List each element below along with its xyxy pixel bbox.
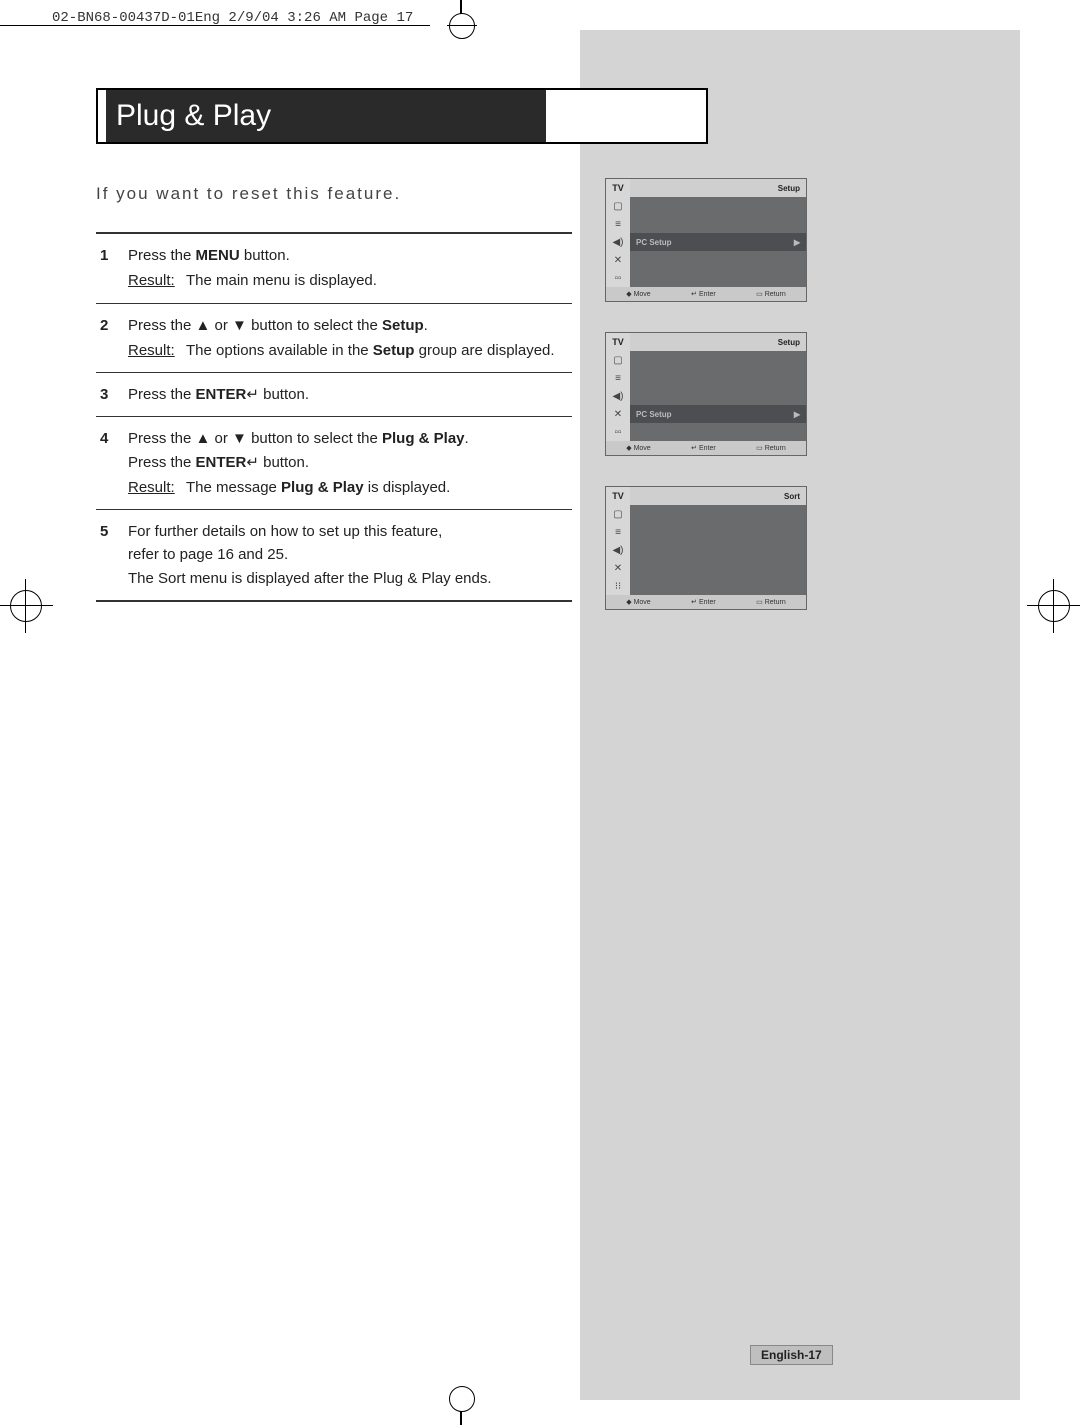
sound-icon: ≡ — [606, 523, 630, 541]
pc-icon: ⁝⁝ — [606, 577, 630, 595]
step-row: 5 For further details on how to set up t… — [96, 510, 572, 602]
step-number: 1 — [100, 244, 128, 293]
picture-icon: ▢ — [606, 351, 630, 369]
print-proof-header: 02-BN68-00437D-01Eng 2/9/04 3:26 AM Page… — [52, 10, 413, 26]
step-body: Press the ▲ or ▼ button to select the Pl… — [128, 427, 572, 499]
menu-icon: ▭ — [756, 445, 763, 452]
step-body: Press the MENU button. Result: The main … — [128, 244, 572, 293]
step-number: 4 — [100, 427, 128, 499]
step-row: 4 Press the ▲ or ▼ button to select the … — [96, 417, 572, 510]
osd-item-pc-setup: PC Setup — [636, 238, 672, 247]
osd-title: Sort — [630, 487, 806, 505]
steps-list: 1 Press the MENU button. Result: The mai… — [96, 232, 572, 602]
header-rule — [0, 25, 430, 26]
enter-icon: ↵ — [246, 454, 259, 471]
enter-icon: ↵ — [691, 599, 697, 606]
step-row: 3 Press the ENTER↵ button. — [96, 373, 572, 417]
enter-icon: ↵ — [691, 445, 697, 452]
result-label: Result: — [128, 476, 186, 499]
crop-mark-right — [1038, 590, 1070, 622]
crop-mark-bottom — [447, 1395, 477, 1425]
intro-text: If you want to reset this feature. — [96, 184, 401, 204]
updown-icon: ◆ — [626, 599, 631, 606]
result-label: Result: — [128, 339, 186, 362]
step-row: 2 Press the ▲ or ▼ button to select the … — [96, 304, 572, 374]
menu-icon: ▭ — [756, 291, 763, 298]
step-body: Press the ENTER↵ button. — [128, 383, 572, 406]
step-number: 5 — [100, 520, 128, 590]
osd-setup-1: TVSetup ▢ ≡ ◀) PC Setup ▸ ✕ ▫▫ ◆ Move ↵ En… — [605, 178, 807, 302]
osd-setup-2: TVSetup ▢ ≡ ◀) ✕ PC Setup ▸ ▫▫ ◆ Move ↵ En… — [605, 332, 807, 456]
pc-icon: ▫▫ — [606, 269, 630, 287]
sound-icon: ≡ — [606, 215, 630, 233]
osd-sort: TVSort ▢ ≡ ◀) ✕ ⁝⁝ ◆ Move ↵ Enter ▭ Retu… — [605, 486, 807, 610]
osd-screenshots: TVSetup ▢ ≡ ◀)PC Setup▸ ✕ ▫▫ ◆ Move ↵ En… — [605, 178, 805, 640]
page-number-badge: English-17 — [750, 1345, 833, 1365]
osd-title: Setup — [630, 333, 806, 351]
chevron-right-icon: ▸ — [794, 407, 800, 421]
osd-tv-label: TV — [606, 333, 630, 351]
osd-help-bar: ◆ Move ↵ Enter ▭ Return — [606, 595, 806, 609]
enter-icon: ↵ — [246, 386, 259, 403]
osd-tv-label: TV — [606, 487, 630, 505]
crop-mark-left — [10, 590, 42, 622]
title-box: Plug & Play — [96, 88, 708, 144]
osd-title: Setup — [630, 179, 806, 197]
menu-icon: ▭ — [756, 599, 763, 606]
page-title: Plug & Play — [106, 90, 546, 142]
picture-icon: ▢ — [606, 505, 630, 523]
step-number: 2 — [100, 314, 128, 363]
result-label: Result: — [128, 269, 186, 292]
channel-icon: ◀) — [606, 233, 630, 251]
osd-help-bar: ◆ Move ↵ Enter ▭ Return — [606, 287, 806, 301]
setup-icon: ✕ — [606, 559, 630, 577]
sound-icon: ≡ — [606, 369, 630, 387]
step-row: 1 Press the MENU button. Result: The mai… — [96, 232, 572, 304]
crop-mark-top — [447, 0, 477, 30]
updown-icon: ◆ — [626, 445, 631, 452]
step-body: Press the ▲ or ▼ button to select the Se… — [128, 314, 572, 363]
updown-icon: ◆ — [626, 291, 631, 298]
channel-icon: ◀) — [606, 541, 630, 559]
setup-icon: ✕ — [606, 405, 630, 423]
setup-icon: ✕ — [606, 251, 630, 269]
picture-icon: ▢ — [606, 197, 630, 215]
channel-icon: ◀) — [606, 387, 630, 405]
chevron-right-icon: ▸ — [794, 235, 800, 249]
pc-icon: ▫▫ — [606, 423, 630, 441]
osd-item-pc-setup: PC Setup — [636, 410, 672, 419]
osd-tv-label: TV — [606, 179, 630, 197]
step-body: For further details on how to set up thi… — [128, 520, 572, 590]
osd-help-bar: ◆ Move ↵ Enter ▭ Return — [606, 441, 806, 455]
enter-icon: ↵ — [691, 291, 697, 298]
step-number: 3 — [100, 383, 128, 406]
